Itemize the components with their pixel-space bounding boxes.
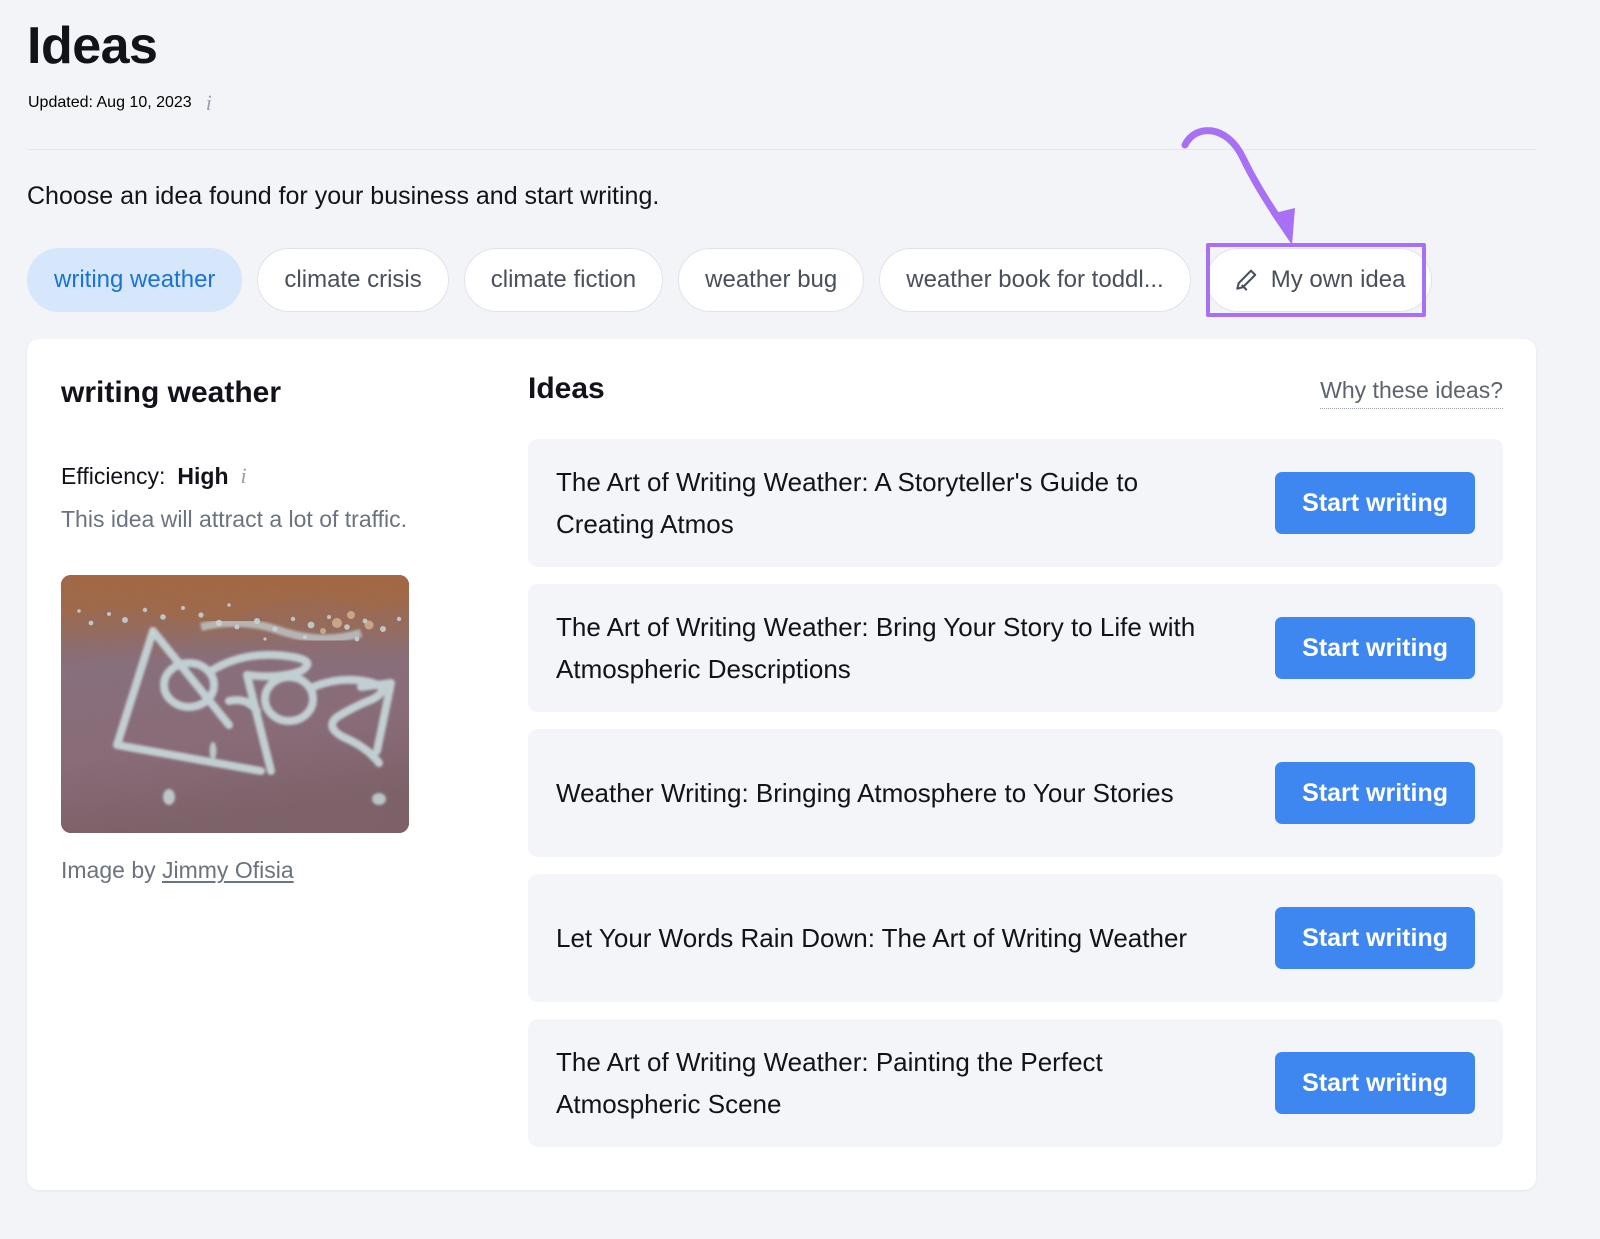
pill-label: climate crisis — [284, 266, 422, 293]
pill-weather-bug[interactable]: weather bug — [678, 248, 865, 312]
start-writing-button[interactable]: Start writing — [1275, 472, 1475, 534]
efficiency-label: Efficiency: — [61, 463, 166, 489]
efficiency-description: This idea will attract a lot of traffic. — [61, 506, 407, 532]
table-row: The Art of Writing Weather: A Storytelle… — [528, 439, 1503, 567]
info-icon[interactable]: i — [206, 92, 212, 114]
start-writing-button[interactable]: Start writing — [1275, 1052, 1475, 1114]
ideas-list-header: Ideas Why these ideas? — [528, 369, 1503, 415]
pill-climate-fiction[interactable]: climate fiction — [463, 248, 664, 312]
table-row: Let Your Words Rain Down: The Art of Wri… — [528, 874, 1503, 1002]
ideas-page: Ideas Updated: Aug 10, 2023 i Choose an … — [0, 0, 1600, 1239]
image-credit-author-link[interactable]: Jimmy Ofisia — [162, 857, 294, 883]
selected-idea-name: writing weather — [61, 376, 282, 409]
table-row: Weather Writing: Bringing Atmosphere to … — [528, 729, 1503, 857]
pill-label: My own idea — [1270, 266, 1406, 293]
header-divider — [27, 149, 1536, 150]
pill-label: weather bug — [705, 266, 838, 293]
efficiency-row: Efficiency: High i — [61, 461, 501, 491]
idea-title: The Art of Writing Weather: Bring Your S… — [556, 612, 1196, 684]
why-these-ideas-link[interactable]: Why these ideas? — [1320, 375, 1503, 409]
idea-title: The Art of Writing Weather: Painting the… — [556, 1047, 1103, 1119]
pill-label: climate fiction — [490, 266, 637, 293]
start-writing-button[interactable]: Start writing — [1275, 907, 1475, 969]
start-writing-button[interactable]: Start writing — [1275, 617, 1475, 679]
idea-title: Weather Writing: Bringing Atmosphere to … — [556, 778, 1174, 808]
ideas-card: writing weather Efficiency: High i This … — [27, 339, 1536, 1190]
idea-thumbnail-image — [61, 575, 409, 833]
idea-rows: The Art of Writing Weather: A Storytelle… — [528, 439, 1503, 1147]
pencil-icon — [1233, 267, 1259, 293]
ideas-list-panel: Ideas Why these ideas? The Art of Writin… — [528, 369, 1503, 1147]
updated-label: Updated: Aug 10, 2023 — [28, 94, 192, 111]
image-credit: Image by Jimmy Ofisia — [61, 855, 501, 885]
pill-label: writing weather — [54, 266, 216, 293]
image-credit-prefix: Image by — [61, 857, 162, 883]
idea-title: The Art of Writing Weather: A Storytelle… — [556, 467, 1139, 539]
efficiency-value: High — [177, 463, 229, 489]
idea-detail-panel: writing weather Efficiency: High i This … — [61, 373, 501, 885]
start-writing-button[interactable]: Start writing — [1275, 762, 1475, 824]
ideas-list-title: Ideas — [528, 372, 605, 405]
info-icon[interactable]: i — [241, 465, 247, 487]
pill-label: weather book for toddl... — [906, 266, 1164, 293]
pill-my-own-idea[interactable]: My own idea — [1205, 248, 1433, 312]
page-title: Ideas — [27, 17, 158, 75]
table-row: The Art of Writing Weather: Painting the… — [528, 1019, 1503, 1147]
table-row: The Art of Writing Weather: Bring Your S… — [528, 584, 1503, 712]
pill-weather-book-for-toddlers[interactable]: weather book for toddl... — [879, 248, 1191, 312]
annotation-arrow-icon — [1181, 127, 1295, 245]
idea-pill-row: writing weather climate crisis climate f… — [27, 248, 1433, 312]
idea-title: Let Your Words Rain Down: The Art of Wri… — [556, 923, 1188, 953]
updated-row: Updated: Aug 10, 2023 i — [28, 92, 212, 114]
page-subtitle: Choose an idea found for your business a… — [27, 182, 660, 210]
pill-writing-weather[interactable]: writing weather — [27, 248, 243, 312]
pill-climate-crisis[interactable]: climate crisis — [257, 248, 449, 312]
